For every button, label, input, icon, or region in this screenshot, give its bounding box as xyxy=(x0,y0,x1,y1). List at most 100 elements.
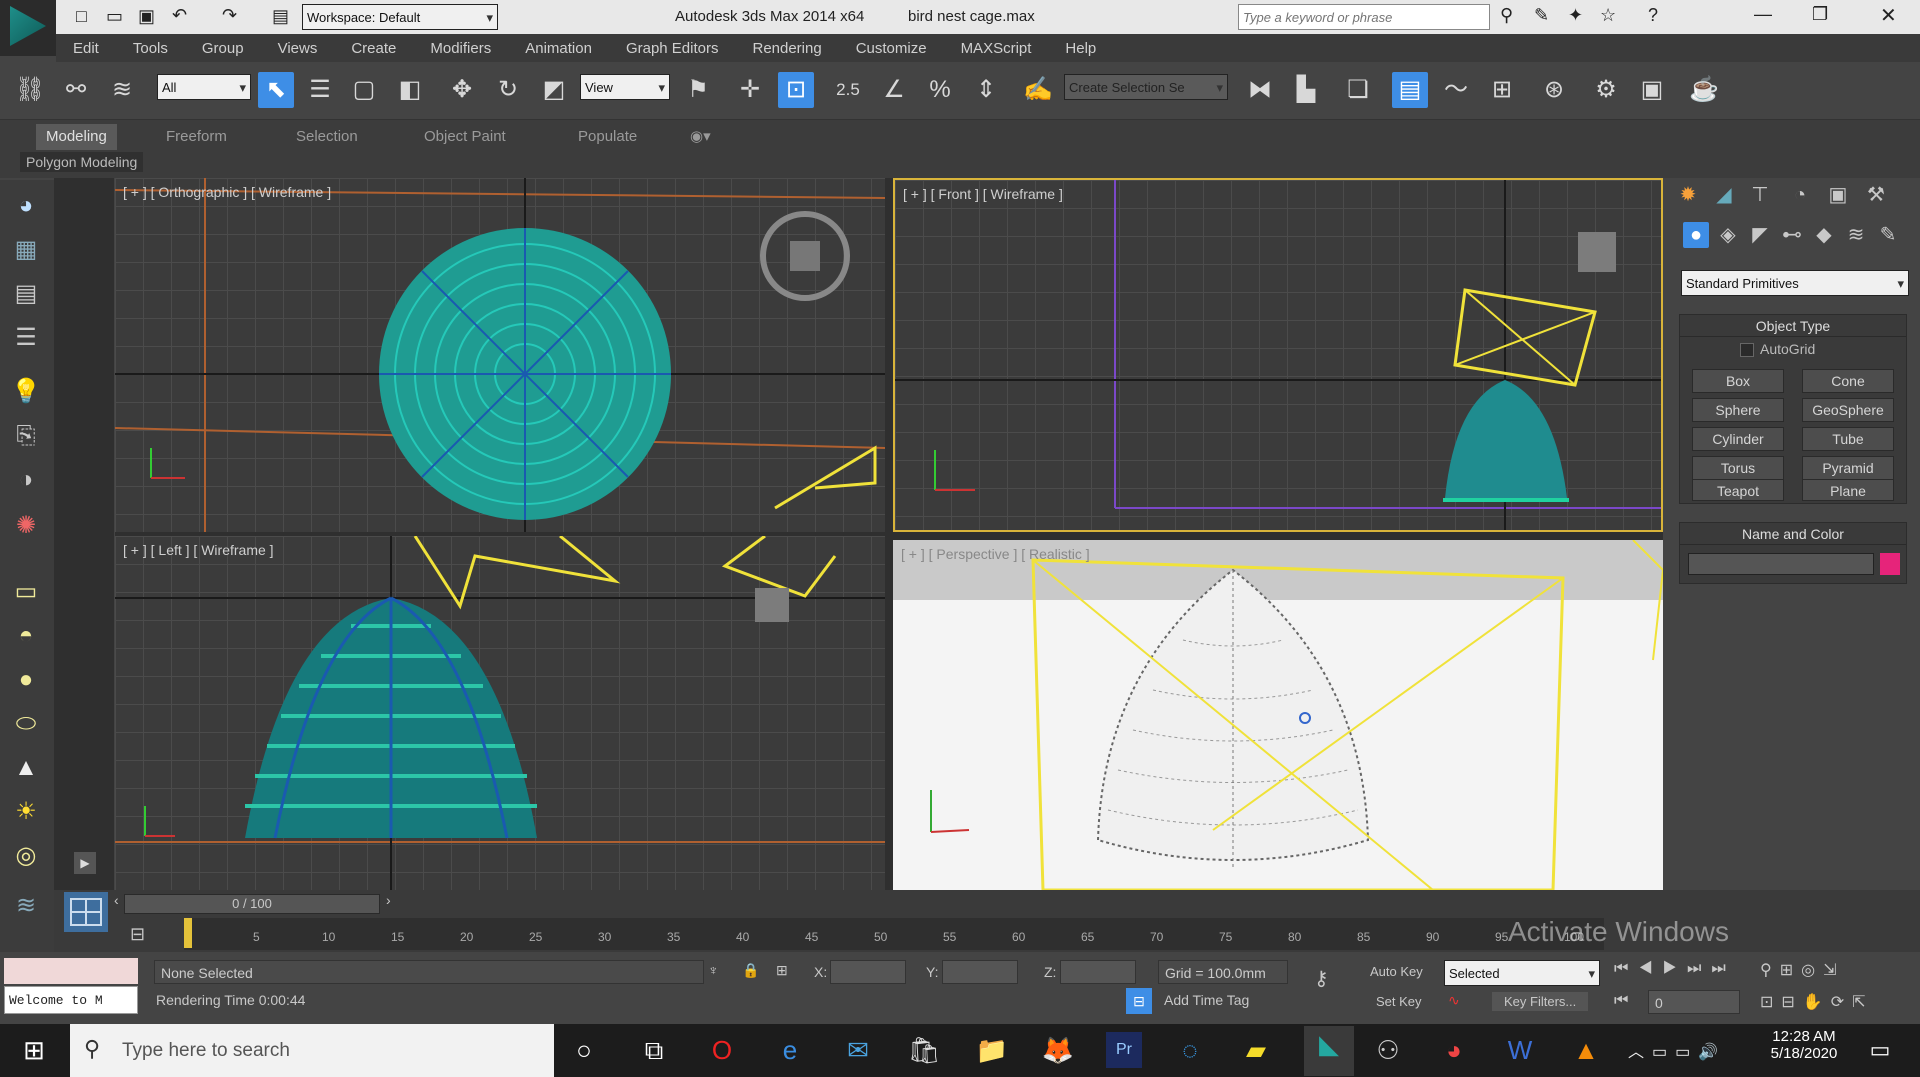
layers-icon[interactable]: ☰ xyxy=(10,322,42,354)
viewport-front[interactable]: [ + ] [ Front ] [ Wireframe ] xyxy=(893,178,1663,532)
motion-panel-icon[interactable]: ◔ xyxy=(1787,182,1813,208)
navigation-controls-bottom[interactable]: ⊡⊟✋⟳⇱ xyxy=(1760,992,1874,1012)
windows-start-icon[interactable]: ⊞ xyxy=(16,1032,52,1068)
autogrid-checkbox[interactable] xyxy=(1740,343,1754,357)
x-coordinate-field[interactable] xyxy=(830,960,906,984)
viewport-perspective[interactable]: [ + ] [ Perspective ] [ Realistic ] xyxy=(893,540,1663,890)
next-frame-icon[interactable]: › xyxy=(386,892,391,908)
layer-manager-icon[interactable]: ❏ xyxy=(1340,72,1376,108)
undo-icon[interactable]: ↶ xyxy=(172,5,187,26)
menu-create[interactable]: Create xyxy=(334,40,413,57)
scene-explorer-eye-icon[interactable]: ◕ xyxy=(10,190,42,222)
ribbon-tab-object-paint[interactable]: Object Paint xyxy=(424,124,506,150)
z-coordinate-field[interactable] xyxy=(1060,960,1136,984)
word-icon[interactable]: W xyxy=(1502,1032,1538,1068)
sphere-object-icon[interactable]: ● xyxy=(10,664,42,696)
track-bar[interactable]: 5 10 15 20 25 30 35 40 45 50 55 60 65 70 75 80 85 90 95 100 xyxy=(184,918,1604,950)
helper-icon[interactable]: ◑ xyxy=(10,464,42,496)
3ds-max-taskbar-icon[interactable]: ◣ xyxy=(1304,1026,1354,1076)
utilities-panel-icon[interactable]: ⚒ xyxy=(1863,182,1889,208)
viewport-label[interactable]: [ + ] [ Perspective ] [ Realistic ] xyxy=(901,546,1090,562)
primitive-category-dropdown[interactable]: Standard Primitives xyxy=(1681,270,1909,297)
keyboard-shortcut-override-icon[interactable]: ⊡ xyxy=(778,72,814,108)
angle-snap-icon[interactable]: ∠ xyxy=(876,72,912,108)
menu-graph-editors[interactable]: Graph Editors xyxy=(609,40,736,57)
unlink-icon[interactable]: ⚯ xyxy=(58,72,94,108)
geometry-icon[interactable]: ● xyxy=(1683,222,1709,248)
menu-tools[interactable]: Tools xyxy=(116,40,185,57)
communication-icon[interactable]: ✦ xyxy=(1568,5,1583,26)
ribbon-tab-selection[interactable]: Selection xyxy=(296,124,358,150)
tube-button[interactable]: Tube xyxy=(1802,427,1894,451)
ribbon-tab-modeling[interactable]: Modeling xyxy=(36,124,117,150)
sticky-notes-icon[interactable]: ▰ xyxy=(1238,1032,1274,1068)
set-key-button[interactable]: Set Key xyxy=(1376,994,1422,1009)
shapes-icon[interactable]: ◈ xyxy=(1715,222,1741,248)
select-object-icon[interactable]: ⬉ xyxy=(258,72,294,108)
key-filters-button[interactable]: Key Filters... xyxy=(1492,992,1589,1011)
object-name-input[interactable] xyxy=(1688,553,1874,575)
create-panel-icon[interactable]: ✹ xyxy=(1675,182,1701,208)
maximize-icon[interactable]: ❐ xyxy=(1812,4,1828,25)
select-by-name-icon[interactable]: ☰ xyxy=(302,72,338,108)
cameras-icon[interactable]: ⊷ xyxy=(1779,222,1805,248)
display-icon[interactable]: ▦ xyxy=(10,234,42,266)
lock-selection-icon[interactable]: 🔒 xyxy=(742,962,759,979)
reference-coordinate-dropdown[interactable]: View xyxy=(580,74,670,101)
help-search-input[interactable] xyxy=(1238,4,1490,30)
firefox-icon[interactable]: 🦊 xyxy=(1040,1032,1076,1068)
pivot-center-icon[interactable]: ⚑ xyxy=(680,72,716,108)
system-tray-icons[interactable]: ︿▭▭🔊 xyxy=(1628,1038,1726,1062)
paint-3d-icon[interactable]: ◌ xyxy=(1172,1032,1208,1068)
torus-button[interactable]: Torus xyxy=(1692,456,1784,480)
disc-object-icon[interactable]: ⬭ xyxy=(10,708,42,740)
viewport-label[interactable]: [ + ] [ Orthographic ] [ Wireframe ] xyxy=(123,184,331,200)
rotate-icon[interactable]: ↻ xyxy=(490,72,526,108)
light-icon[interactable]: 💡 xyxy=(10,376,42,408)
file-explorer-icon[interactable]: 📁 xyxy=(974,1032,1010,1068)
teapot-button[interactable]: Teapot xyxy=(1692,479,1784,501)
material-editor-icon[interactable]: ⊛ xyxy=(1536,72,1572,108)
mail-icon[interactable]: ✉ xyxy=(840,1032,876,1068)
ribbon-tab-populate[interactable]: Populate xyxy=(578,124,637,150)
viewport-orthographic[interactable]: [ + ] [ Orthographic ] [ Wireframe ] xyxy=(115,178,885,532)
curve-editor-icon[interactable]: 〜 xyxy=(1438,72,1474,108)
ribbon-tab-freeform[interactable]: Freeform xyxy=(166,124,227,150)
torus-object-icon[interactable]: ◎ xyxy=(10,840,42,872)
menu-animation[interactable]: Animation xyxy=(508,40,609,57)
menu-rendering[interactable]: Rendering xyxy=(735,40,838,57)
subscription-icon[interactable]: ✎ xyxy=(1534,5,1549,26)
cone-button[interactable]: Cone xyxy=(1802,369,1894,393)
time-cursor[interactable] xyxy=(184,918,192,948)
menu-customize[interactable]: Customize xyxy=(839,40,944,57)
lights-icon[interactable]: ◤ xyxy=(1747,222,1773,248)
favorites-icon[interactable]: ☆ xyxy=(1600,5,1616,26)
camera-icon[interactable]: ⎘ xyxy=(10,420,42,452)
menu-modifiers[interactable]: Modifiers xyxy=(413,40,508,57)
key-icon[interactable]: ⚷ xyxy=(1314,966,1329,991)
window-crossing-icon[interactable]: ◧ xyxy=(392,72,428,108)
modify-panel-icon[interactable]: ◢ xyxy=(1711,182,1737,208)
align-icon[interactable]: ▙ xyxy=(1288,72,1324,108)
object-type-title[interactable]: Object Type xyxy=(1680,315,1906,337)
cylinder-button[interactable]: Cylinder xyxy=(1692,427,1784,451)
plane-object-icon[interactable]: ▭ xyxy=(10,576,42,608)
auto-key-button[interactable]: Auto Key xyxy=(1370,964,1423,979)
manipulate-icon[interactable]: ✛ xyxy=(732,72,768,108)
menu-views[interactable]: Views xyxy=(261,40,335,57)
edge-icon[interactable]: e xyxy=(772,1032,808,1068)
render-production-icon[interactable]: ☕ xyxy=(1686,72,1722,108)
quick-access-save-icon[interactable]: ▣ xyxy=(138,6,155,27)
percent-snap-icon[interactable]: % xyxy=(922,72,958,108)
viewport-layout-icon[interactable] xyxy=(64,892,108,932)
spacewarp-icon[interactable]: ✺ xyxy=(10,510,42,542)
cortana-icon[interactable]: ○ xyxy=(566,1032,602,1068)
chrome-icon[interactable]: ◕ xyxy=(1436,1032,1472,1068)
menu-help[interactable]: Help xyxy=(1048,40,1113,57)
viewport-left[interactable]: [ + ] [ Left ] [ Wireframe ] xyxy=(115,536,885,890)
scale-icon[interactable]: ◩ xyxy=(536,72,572,108)
opera-icon[interactable]: O xyxy=(704,1032,740,1068)
add-time-tag-button[interactable]: Add Time Tag xyxy=(1164,992,1249,1008)
bind-spacewarp-icon[interactable]: ≋ xyxy=(104,72,140,108)
selection-filter-dropdown[interactable]: All xyxy=(157,74,251,101)
